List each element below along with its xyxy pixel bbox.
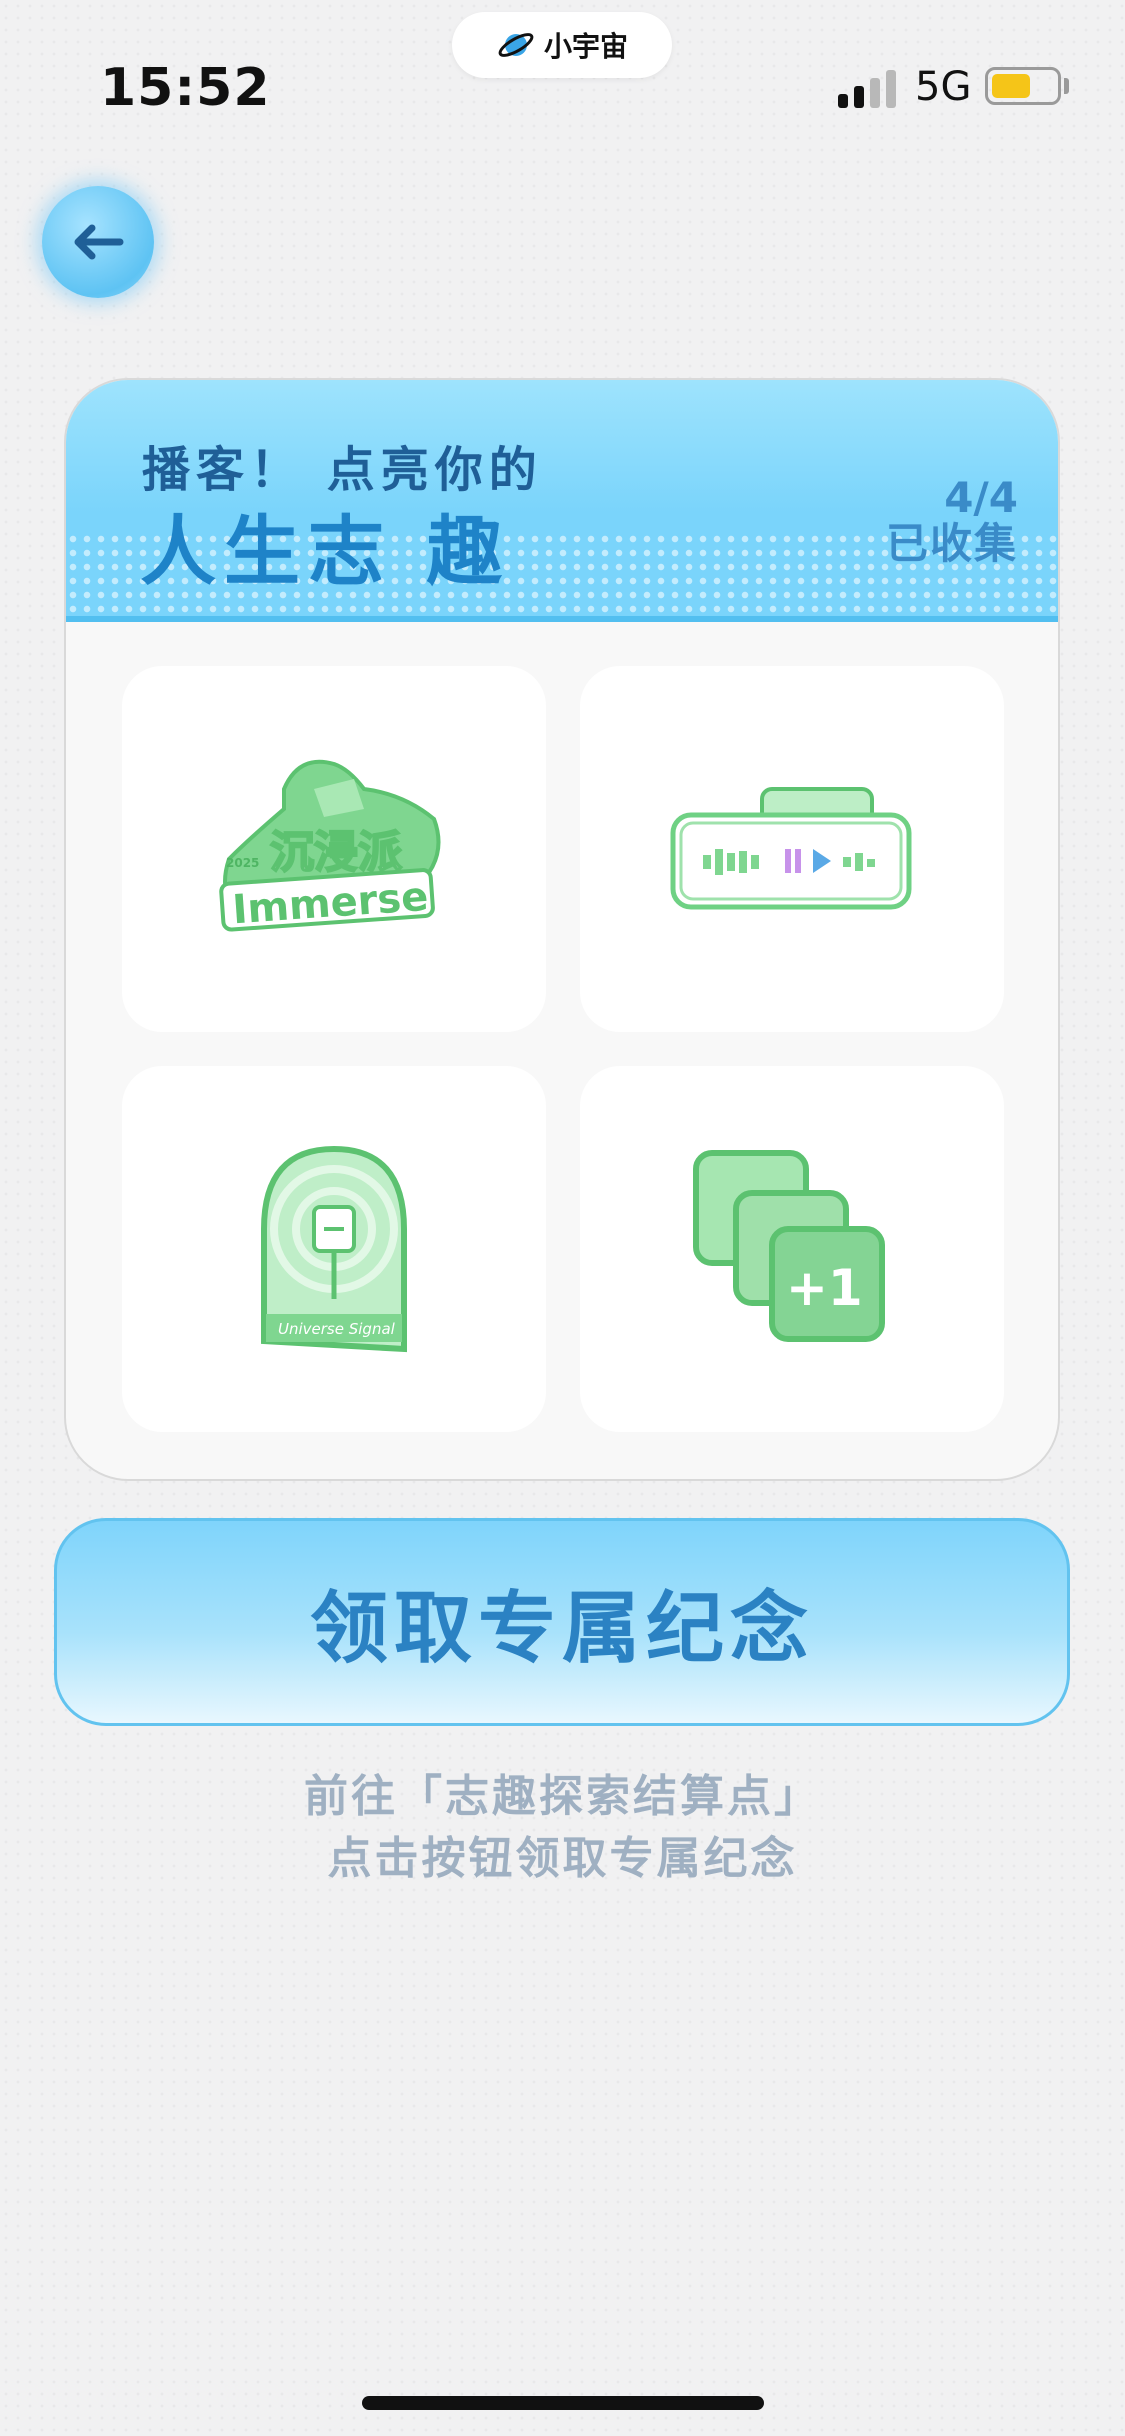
arrow-left-icon <box>74 224 124 260</box>
battery-cap <box>1064 78 1069 94</box>
count-value: 4/4 <box>944 473 1018 522</box>
badge-tile-immerse[interactable]: 沉浸派 2025 Immerse <box>122 666 546 1032</box>
signal-badge-label: Universe Signal <box>278 1320 396 1338</box>
collection-count: 4/4 已收集 <box>886 475 1018 567</box>
badge-tile-plus-one[interactable]: +1 <box>580 1066 1004 1432</box>
status-time: 15:52 <box>100 58 271 118</box>
card-title-line2: 人生志 趣 <box>140 507 511 596</box>
home-indicator[interactable] <box>362 2396 764 2410</box>
claim-souvenir-button[interactable]: 领取专属纪念 <box>54 1518 1070 1726</box>
plus-one-label: +1 <box>786 1259 863 1317</box>
hint-line2: 点击按钮领取专属纪念 <box>327 1833 798 1884</box>
plus-one-badge-icon: +1 <box>693 1150 885 1342</box>
planet-icon <box>498 33 534 57</box>
count-label: 已收集 <box>885 519 1018 568</box>
audio-player-icon <box>670 787 912 910</box>
network-type: 5G <box>915 64 972 110</box>
battery-icon <box>985 67 1061 105</box>
app-name: 小宇宙 <box>543 30 628 63</box>
immersive-badge-icon: 沉浸派 2025 Immerse <box>219 759 441 933</box>
signal-badge-icon: Universe Signal <box>261 1145 407 1353</box>
card-header: 播客！ 点亮你的 人生志 趣 4/4 已收集 <box>66 380 1058 622</box>
collection-card: 播客！ 点亮你的 人生志 趣 4/4 已收集 沉浸派 2025 Immerse <box>64 378 1060 1481</box>
badge-year: 2025 <box>226 856 259 870</box>
badge-label-cn: 沉浸派 <box>270 827 402 878</box>
badge-tile-signal[interactable]: Universe Signal <box>122 1066 546 1432</box>
signal-icon <box>838 66 896 108</box>
claim-button-label: 领取专属纪念 <box>309 1584 814 1674</box>
badge-tile-player[interactable] <box>580 666 1004 1032</box>
back-button[interactable] <box>42 186 154 298</box>
hint-line1: 前往「志趣探索结算点」 <box>304 1771 821 1822</box>
dynamic-island[interactable]: 小宇宙 <box>452 12 672 78</box>
